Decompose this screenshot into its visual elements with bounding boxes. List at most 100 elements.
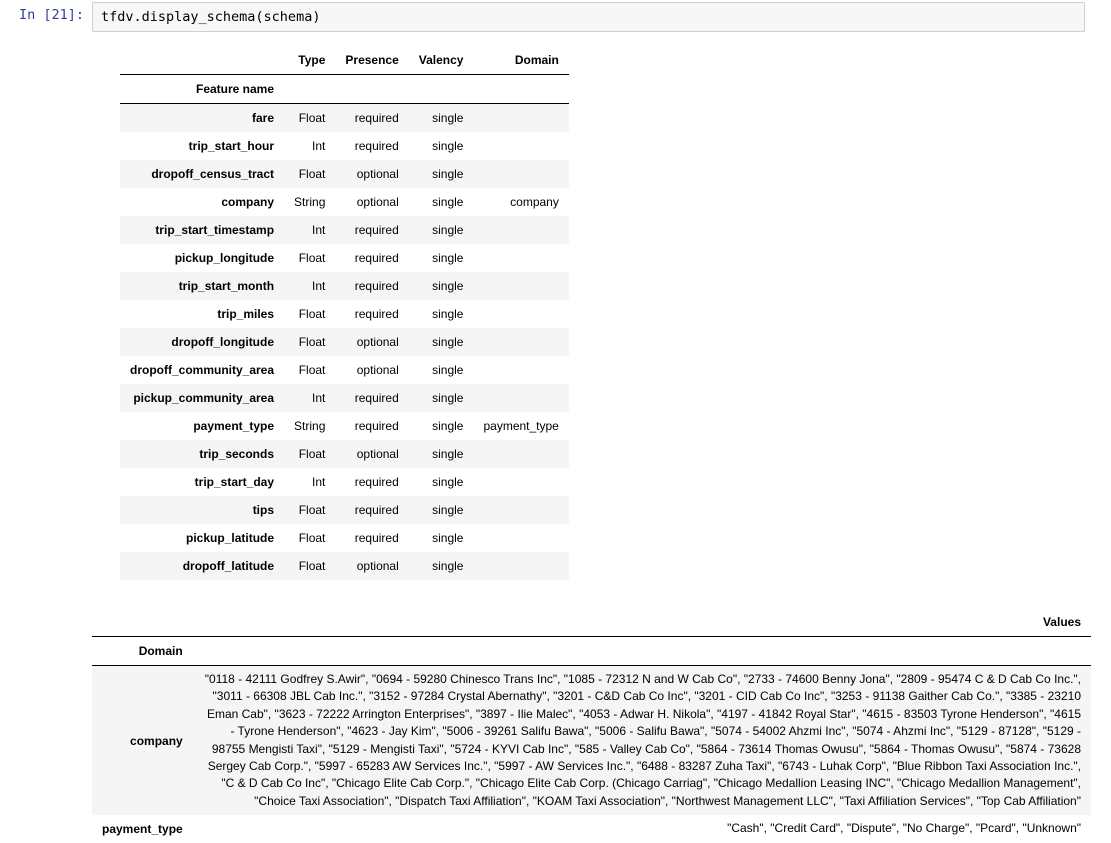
valency-cell: single: [409, 104, 474, 133]
type-cell: Int: [284, 468, 335, 496]
table-row: pickup_latitudeFloatrequiredsingle: [120, 524, 569, 552]
table-row: pickup_longitudeFloatrequiredsingle: [120, 244, 569, 272]
col-header-domain: Domain: [92, 637, 193, 666]
type-cell: Float: [284, 524, 335, 552]
domain-cell: [473, 468, 568, 496]
table-row: dropoff_longitudeFloatoptionalsingle: [120, 328, 569, 356]
code-input[interactable]: tfdv.display_schema(schema): [92, 2, 1085, 32]
presence-cell: required: [335, 496, 408, 524]
table-row: trip_milesFloatrequiredsingle: [120, 300, 569, 328]
domain-table: Values Domain company"0118 - 42111 Godfr…: [92, 608, 1091, 843]
feature-name-cell: trip_start_hour: [120, 132, 284, 160]
feature-name-cell: dropoff_latitude: [120, 552, 284, 580]
table-row: fareFloatrequiredsingle: [120, 104, 569, 133]
table-row: company"0118 - 42111 Godfrey S.Awir", "0…: [92, 666, 1091, 816]
feature-name-cell: company: [120, 188, 284, 216]
type-cell: Int: [284, 272, 335, 300]
type-cell: Int: [284, 132, 335, 160]
domain-cell: payment_type: [473, 412, 568, 440]
domain-cell: company: [473, 188, 568, 216]
feature-name-cell: pickup_community_area: [120, 384, 284, 412]
col-header-presence: Presence: [335, 46, 408, 75]
type-cell: Int: [284, 384, 335, 412]
presence-cell: required: [335, 412, 408, 440]
table-row: trip_start_timestampIntrequiredsingle: [120, 216, 569, 244]
presence-cell: optional: [335, 356, 408, 384]
col-header-valency: Valency: [409, 46, 474, 75]
domain-name-cell: payment_type: [92, 815, 193, 843]
valency-cell: single: [409, 244, 474, 272]
code-text: tfdv.display_schema(schema): [101, 9, 320, 25]
presence-cell: optional: [335, 188, 408, 216]
type-cell: Int: [284, 216, 335, 244]
input-area: tfdv.display_schema(schema): [92, 2, 1085, 32]
valency-cell: single: [409, 496, 474, 524]
presence-cell: required: [335, 384, 408, 412]
valency-cell: single: [409, 132, 474, 160]
domain-cell: [473, 496, 568, 524]
feature-name-cell: fare: [120, 104, 284, 133]
domain-cell: [473, 160, 568, 188]
domain-table-body: company"0118 - 42111 Godfrey S.Awir", "0…: [92, 666, 1091, 843]
valency-cell: single: [409, 272, 474, 300]
domain-cell: [473, 328, 568, 356]
type-cell: Float: [284, 328, 335, 356]
feature-name-cell: trip_start_month: [120, 272, 284, 300]
table-row: dropoff_census_tractFloatoptionalsingle: [120, 160, 569, 188]
table-row: companyStringoptionalsinglecompany: [120, 188, 569, 216]
domain-cell: [473, 216, 568, 244]
table-row: dropoff_community_areaFloatoptionalsingl…: [120, 356, 569, 384]
presence-cell: optional: [335, 328, 408, 356]
domain-cell: [473, 132, 568, 160]
domain-values-cell: "Cash", "Credit Card", "Dispute", "No Ch…: [193, 815, 1091, 843]
table-row: trip_start_monthIntrequiredsingle: [120, 272, 569, 300]
valency-cell: single: [409, 160, 474, 188]
row-header-feature-name: Feature name: [120, 75, 284, 104]
table-row: trip_start_hourIntrequiredsingle: [120, 132, 569, 160]
valency-cell: single: [409, 440, 474, 468]
type-cell: Float: [284, 104, 335, 133]
presence-cell: required: [335, 216, 408, 244]
type-cell: String: [284, 412, 335, 440]
domain-cell: [473, 300, 568, 328]
feature-name-cell: dropoff_community_area: [120, 356, 284, 384]
presence-cell: optional: [335, 552, 408, 580]
presence-cell: required: [335, 272, 408, 300]
feature-name-cell: trip_start_timestamp: [120, 216, 284, 244]
domain-cell: [473, 356, 568, 384]
type-cell: Float: [284, 356, 335, 384]
presence-cell: required: [335, 300, 408, 328]
feature-name-cell: payment_type: [120, 412, 284, 440]
domain-values-cell: "0118 - 42111 Godfrey S.Awir", "0694 - 5…: [193, 666, 1091, 816]
feature-name-cell: trip_seconds: [120, 440, 284, 468]
domain-cell: [473, 384, 568, 412]
schema-table-body: fareFloatrequiredsingletrip_start_hourIn…: [120, 104, 569, 581]
presence-cell: required: [335, 244, 408, 272]
table-row: pickup_community_areaIntrequiredsingle: [120, 384, 569, 412]
table-row: trip_secondsFloatoptionalsingle: [120, 440, 569, 468]
presence-cell: optional: [335, 440, 408, 468]
domain-name-cell: company: [92, 666, 193, 816]
domain-cell: [473, 272, 568, 300]
valency-cell: single: [409, 300, 474, 328]
domain-cell: [473, 244, 568, 272]
feature-name-cell: dropoff_census_tract: [120, 160, 284, 188]
presence-cell: required: [335, 524, 408, 552]
valency-cell: single: [409, 412, 474, 440]
type-cell: Float: [284, 300, 335, 328]
presence-cell: optional: [335, 160, 408, 188]
type-cell: Float: [284, 244, 335, 272]
type-cell: String: [284, 188, 335, 216]
table-row: payment_type"Cash", "Credit Card", "Disp…: [92, 815, 1091, 843]
feature-name-cell: tips: [120, 496, 284, 524]
col-header-values: Values: [193, 608, 1091, 637]
feature-name-cell: trip_start_day: [120, 468, 284, 496]
feature-name-cell: trip_miles: [120, 300, 284, 328]
valency-cell: single: [409, 384, 474, 412]
valency-cell: single: [409, 188, 474, 216]
valency-cell: single: [409, 524, 474, 552]
presence-cell: required: [335, 468, 408, 496]
table-row: payment_typeStringrequiredsinglepayment_…: [120, 412, 569, 440]
valency-cell: single: [409, 328, 474, 356]
feature-name-cell: pickup_latitude: [120, 524, 284, 552]
